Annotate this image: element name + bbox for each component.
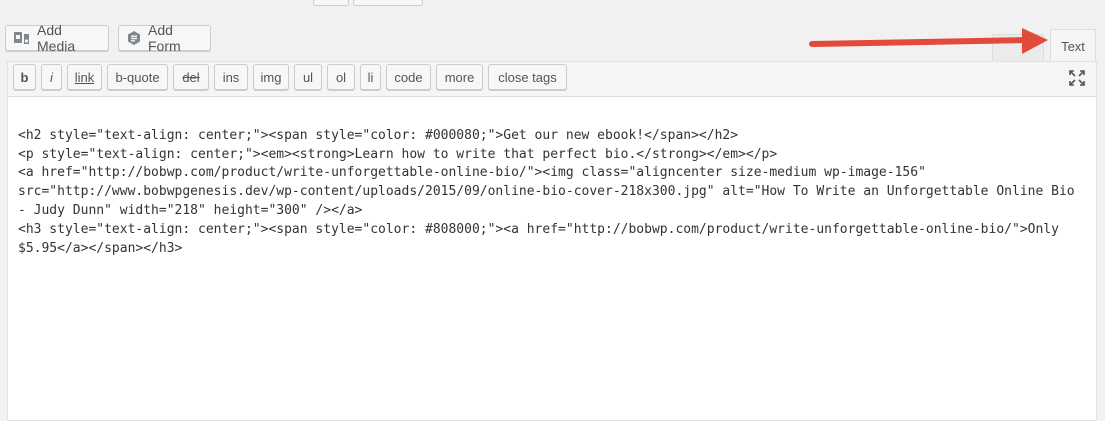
tab-text[interactable]: Text: [1050, 29, 1096, 62]
quicktag-code-button[interactable]: code: [386, 64, 431, 90]
quicktag-ol-button[interactable]: ol: [327, 64, 355, 90]
quicktag-more-button[interactable]: more: [436, 64, 483, 90]
top-cut-button-1[interactable]: [313, 0, 349, 6]
add-form-label: Add Form: [148, 22, 181, 54]
code-line: $5.95</a></span></h3>: [18, 240, 183, 256]
quicktag-del-button[interactable]: del: [173, 64, 209, 90]
code-line: <a href="http://bobwp.com/product/write-…: [18, 165, 926, 181]
quicktag-blockquote-button[interactable]: b-quote: [107, 64, 168, 90]
quicktag-ins-button[interactable]: ins: [214, 64, 248, 90]
code-line: <p style="text-align: center;"><em><stro…: [18, 146, 778, 162]
add-form-button[interactable]: Add Form: [118, 22, 211, 54]
expand-icon[interactable]: [1068, 69, 1086, 87]
code-line: src="http://www.bobwpgenesis.dev/wp-cont…: [18, 184, 1075, 200]
add-media-button[interactable]: Add Media: [5, 22, 109, 54]
quicktag-img-button[interactable]: img: [253, 64, 289, 90]
quicktag-bold-button[interactable]: b: [13, 64, 36, 90]
content-textarea[interactable]: <h2 style="text-align: center;"><span st…: [18, 108, 1086, 296]
quicktag-close-tags-button[interactable]: close tags: [488, 64, 567, 90]
text-editor: b i link b-quote del ins img ul ol li co…: [7, 61, 1097, 421]
tab-visual[interactable]: [992, 34, 1044, 62]
code-line: <h3 style="text-align: center;"><span st…: [18, 221, 1059, 237]
media-icon: [13, 30, 31, 46]
quicktag-italic-button[interactable]: i: [41, 64, 62, 90]
form-icon: [126, 30, 142, 46]
code-line: <h2 style="text-align: center;"><span st…: [18, 127, 739, 143]
quicktag-li-button[interactable]: li: [360, 64, 381, 90]
top-cut-button-2[interactable]: [353, 0, 423, 6]
code-line: - Judy Dunn" width="218" height="300" />…: [18, 202, 363, 218]
quicktag-link-button[interactable]: link: [67, 64, 102, 90]
quicktag-ul-button[interactable]: ul: [294, 64, 322, 90]
add-media-label: Add Media: [37, 22, 76, 54]
quicktags-toolbar: b i link b-quote del ins img ul ol li co…: [8, 62, 1096, 97]
